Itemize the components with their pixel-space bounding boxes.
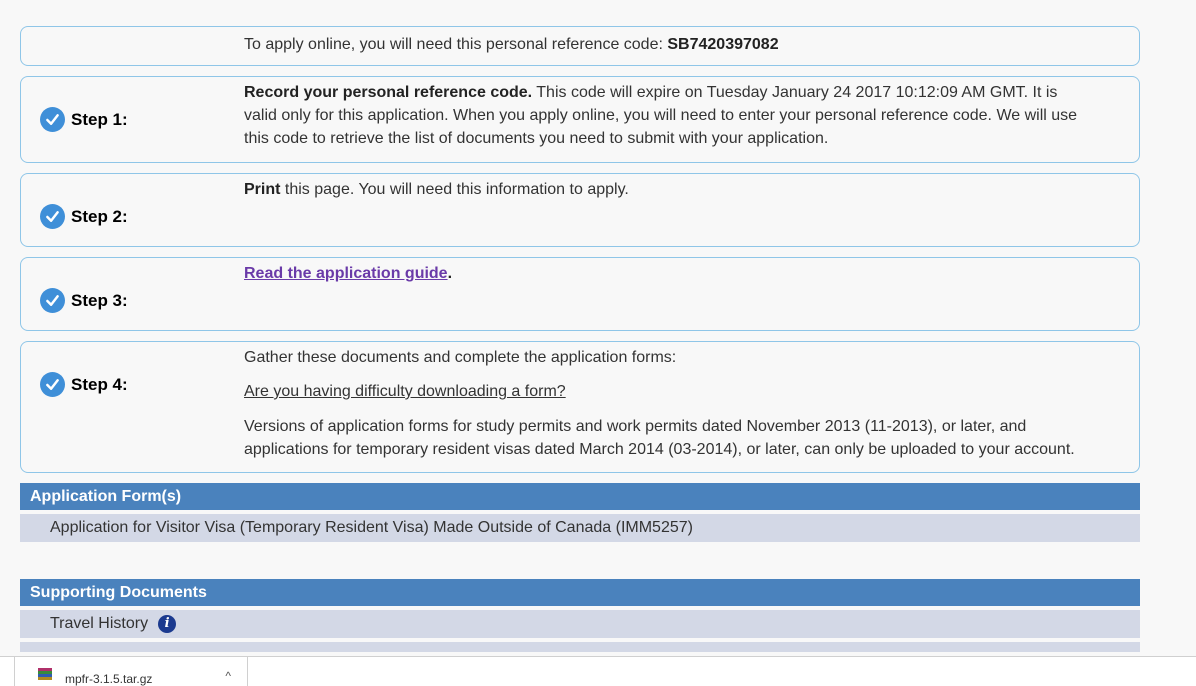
step-1-body: Record your personal reference code. Thi… — [244, 81, 1083, 150]
reference-code: SB7420397082 — [667, 36, 779, 53]
supporting-document-item: Travel History — [50, 615, 149, 632]
step-2-panel: Step 2: Print this page. You will need t… — [20, 173, 1140, 247]
checkmark-icon — [40, 372, 65, 397]
step-2-label: Step 2: — [40, 204, 128, 229]
download-difficulty-link[interactable]: Are you having difficulty downloading a … — [244, 383, 566, 400]
application-form-item: Application for Visitor Visa (Temporary … — [50, 519, 693, 536]
supporting-documents-header: Supporting Documents — [20, 579, 1140, 606]
step-2-strong: Print — [244, 181, 281, 198]
page-content: To apply online, you will need this pers… — [20, 26, 1140, 652]
chevron-up-icon[interactable]: ^ — [225, 669, 231, 683]
download-filename: mpfr-3.1.5.tar.gz — [65, 672, 153, 686]
step-4-body: Gather these documents and complete the … — [244, 346, 1083, 461]
application-forms-header: Application Form(s) — [20, 483, 1140, 510]
download-item[interactable]: mpfr-3.1.5.tar.gz ^ — [14, 657, 248, 686]
reference-intro: To apply online, you will need this pers… — [244, 36, 668, 53]
step-3-title: Step 3: — [71, 290, 128, 310]
application-forms-section: Application Form(s) Application for Visi… — [20, 483, 1140, 542]
step-3-panel: Step 3: Read the application guide. — [20, 257, 1140, 331]
application-guide-link[interactable]: Read the application guide — [244, 265, 448, 282]
step-1-title: Step 1: — [71, 109, 128, 129]
step-2-text: this page. You will need this informatio… — [280, 181, 629, 198]
application-form-row: Application for Visitor Visa (Temporary … — [20, 514, 1140, 542]
step-2-title: Step 2: — [71, 206, 128, 226]
step-4-intro: Gather these documents and complete the … — [244, 349, 677, 366]
supporting-document-row: Travel History i — [20, 610, 1140, 638]
step-3-period: . — [447, 265, 453, 282]
checkmark-icon — [40, 204, 65, 229]
download-bar: mpfr-3.1.5.tar.gz ^ — [0, 656, 1196, 686]
reference-code-text: To apply online, you will need this pers… — [244, 33, 1083, 56]
checkmark-icon — [40, 288, 65, 313]
step-4-title: Step 4: — [71, 374, 128, 394]
supporting-document-row-partial — [20, 642, 1140, 652]
step-4-panel: Step 4: Gather these documents and compl… — [20, 341, 1140, 473]
checkmark-icon — [40, 107, 65, 132]
step-3-body: Read the application guide. — [244, 262, 1083, 285]
step-2-body: Print this page. You will need this info… — [244, 178, 1083, 201]
step-4-note: Versions of application forms for study … — [244, 418, 1075, 458]
archive-file-icon — [37, 666, 53, 686]
step-1-strong: Record your personal reference code. — [244, 84, 533, 101]
step-3-label: Step 3: — [40, 288, 128, 313]
supporting-documents-section: Supporting Documents Travel History i — [20, 579, 1140, 652]
step-1-panel: Step 1: Record your personal reference c… — [20, 76, 1140, 163]
step-4-label: Step 4: — [40, 372, 128, 397]
reference-code-panel: To apply online, you will need this pers… — [20, 26, 1140, 66]
info-icon[interactable]: i — [158, 615, 177, 633]
step-1-label: Step 1: — [40, 107, 128, 132]
